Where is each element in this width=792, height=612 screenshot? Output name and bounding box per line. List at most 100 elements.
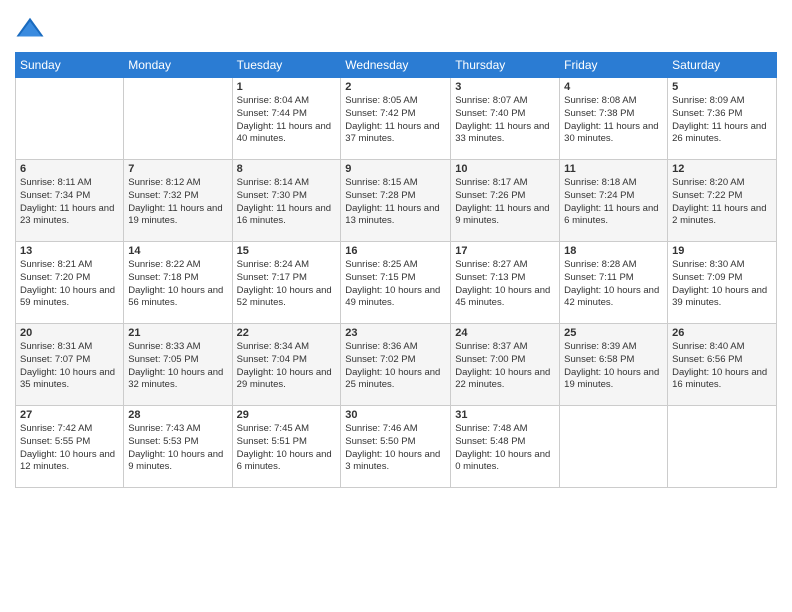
day-number: 25 [564,327,663,339]
calendar-day-cell: 7 Sunrise: 8:12 AM Sunset: 7:32 PM Daylig… [124,160,232,242]
day-info: Sunrise: 8:25 AM Sunset: 7:15 PM Dayligh… [345,259,446,310]
day-info: Sunrise: 8:40 AM Sunset: 6:56 PM Dayligh… [672,341,772,392]
day-number: 14 [128,245,227,257]
calendar-day-cell: 22Sunrise: 8:34 AM Sunset: 7:04 PM Dayli… [232,324,341,406]
calendar-day-cell [124,78,232,160]
day-info: Sunrise: 7:46 AM Sunset: 5:50 PM Dayligh… [345,423,446,474]
page: SundayMondayTuesdayWednesdayThursdayFrid… [0,0,792,612]
day-info: Sunrise: 8:34 AM Sunset: 7:04 PM Dayligh… [237,341,337,392]
day-number: 10 [455,163,555,175]
calendar-day-cell: 14Sunrise: 8:22 AM Sunset: 7:18 PM Dayli… [124,242,232,324]
day-number: 28 [128,409,227,421]
day-info: Sunrise: 8:17 AM Sunset: 7:26 PM Dayligh… [455,177,555,228]
calendar-day-cell: 18 Sunrise: 8:28 AM Sunset: 7:11 PM Dayli… [560,242,668,324]
day-info: Sunrise: 8:39 AM Sunset: 6:58 PM Dayligh… [564,341,663,392]
day-number: 24 [455,327,555,339]
calendar-day-cell: 4 Sunrise: 8:08 AM Sunset: 7:38 PM Daylig… [560,78,668,160]
weekday-header: Wednesday [341,53,451,78]
day-number: 3 [455,81,555,93]
calendar-day-cell: 30 Sunrise: 7:46 AM Sunset: 5:50 PM Dayli… [341,406,451,488]
calendar-week-row: 1 Sunrise: 8:04 AM Sunset: 7:44 PM Daylig… [16,78,777,160]
calendar-day-cell: 26 Sunrise: 8:40 AM Sunset: 6:56 PM Dayli… [668,324,777,406]
day-number: 16 [345,245,446,257]
day-info: Sunrise: 8:20 AM Sunset: 7:22 PM Dayligh… [672,177,772,228]
calendar-week-row: 20 Sunrise: 8:31 AM Sunset: 7:07 PM Dayli… [16,324,777,406]
day-info: Sunrise: 8:24 AM Sunset: 7:17 PM Dayligh… [237,259,337,310]
day-number: 12 [672,163,772,175]
calendar-day-cell: 25 Sunrise: 8:39 AM Sunset: 6:58 PM Dayli… [560,324,668,406]
day-number: 30 [345,409,446,421]
calendar-day-cell: 29 Sunrise: 7:45 AM Sunset: 5:51 PM Dayli… [232,406,341,488]
day-number: 17 [455,245,555,257]
weekday-header: Friday [560,53,668,78]
day-number: 6 [20,163,119,175]
day-number: 4 [564,81,663,93]
day-info: Sunrise: 7:42 AM Sunset: 5:55 PM Dayligh… [20,423,119,474]
day-number: 8 [237,163,337,175]
day-info: Sunrise: 8:36 AM Sunset: 7:02 PM Dayligh… [345,341,446,392]
day-number: 26 [672,327,772,339]
weekday-header-row: SundayMondayTuesdayWednesdayThursdayFrid… [16,53,777,78]
calendar-day-cell: 10 Sunrise: 8:17 AM Sunset: 7:26 PM Dayli… [451,160,560,242]
calendar-week-row: 13 Sunrise: 8:21 AM Sunset: 7:20 PM Dayli… [16,242,777,324]
calendar-day-cell: 23Sunrise: 8:36 AM Sunset: 7:02 PM Dayli… [341,324,451,406]
day-number: 18 [564,245,663,257]
weekday-header: Thursday [451,53,560,78]
day-info: Sunrise: 8:28 AM Sunset: 7:11 PM Dayligh… [564,259,663,310]
calendar-week-row: 6Sunrise: 8:11 AM Sunset: 7:34 PM Daylig… [16,160,777,242]
day-number: 7 [128,163,227,175]
day-number: 13 [20,245,119,257]
calendar-week-row: 27 Sunrise: 7:42 AM Sunset: 5:55 PM Dayli… [16,406,777,488]
day-number: 27 [20,409,119,421]
calendar-day-cell: 24Sunrise: 8:37 AM Sunset: 7:00 PM Dayli… [451,324,560,406]
calendar-day-cell: 20 Sunrise: 8:31 AM Sunset: 7:07 PM Dayli… [16,324,124,406]
calendar-day-cell: 1 Sunrise: 8:04 AM Sunset: 7:44 PM Daylig… [232,78,341,160]
calendar-day-cell [668,406,777,488]
day-info: Sunrise: 8:09 AM Sunset: 7:36 PM Dayligh… [672,95,772,146]
header [15,10,777,44]
day-info: Sunrise: 8:12 AM Sunset: 7:32 PM Dayligh… [128,177,227,228]
day-info: Sunrise: 8:08 AM Sunset: 7:38 PM Dayligh… [564,95,663,146]
day-number: 31 [455,409,555,421]
day-info: Sunrise: 8:31 AM Sunset: 7:07 PM Dayligh… [20,341,119,392]
calendar-day-cell: 15 Sunrise: 8:24 AM Sunset: 7:17 PM Dayli… [232,242,341,324]
calendar-day-cell: 6Sunrise: 8:11 AM Sunset: 7:34 PM Daylig… [16,160,124,242]
day-number: 2 [345,81,446,93]
day-info: Sunrise: 7:43 AM Sunset: 5:53 PM Dayligh… [128,423,227,474]
calendar-day-cell: 28 Sunrise: 7:43 AM Sunset: 5:53 PM Dayli… [124,406,232,488]
day-info: Sunrise: 7:45 AM Sunset: 5:51 PM Dayligh… [237,423,337,474]
day-info: Sunrise: 8:18 AM Sunset: 7:24 PM Dayligh… [564,177,663,228]
calendar-day-cell: 5Sunrise: 8:09 AM Sunset: 7:36 PM Daylig… [668,78,777,160]
day-info: Sunrise: 8:21 AM Sunset: 7:20 PM Dayligh… [20,259,119,310]
calendar-day-cell: 27 Sunrise: 7:42 AM Sunset: 5:55 PM Dayli… [16,406,124,488]
day-info: Sunrise: 8:14 AM Sunset: 7:30 PM Dayligh… [237,177,337,228]
day-number: 19 [672,245,772,257]
calendar-day-cell: 2Sunrise: 8:05 AM Sunset: 7:42 PM Daylig… [341,78,451,160]
day-number: 29 [237,409,337,421]
weekday-header: Saturday [668,53,777,78]
weekday-header: Sunday [16,53,124,78]
calendar-day-cell [16,78,124,160]
weekday-header: Monday [124,53,232,78]
day-info: Sunrise: 8:30 AM Sunset: 7:09 PM Dayligh… [672,259,772,310]
calendar-day-cell: 19 Sunrise: 8:30 AM Sunset: 7:09 PM Dayli… [668,242,777,324]
day-number: 15 [237,245,337,257]
day-number: 9 [345,163,446,175]
logo [15,14,49,44]
weekday-header: Tuesday [232,53,341,78]
day-number: 1 [237,81,337,93]
calendar-day-cell: 3 Sunrise: 8:07 AM Sunset: 7:40 PM Daylig… [451,78,560,160]
calendar-day-cell: 13 Sunrise: 8:21 AM Sunset: 7:20 PM Dayli… [16,242,124,324]
calendar: SundayMondayTuesdayWednesdayThursdayFrid… [15,52,777,488]
calendar-day-cell: 9 Sunrise: 8:15 AM Sunset: 7:28 PM Daylig… [341,160,451,242]
day-info: Sunrise: 8:15 AM Sunset: 7:28 PM Dayligh… [345,177,446,228]
day-info: Sunrise: 8:04 AM Sunset: 7:44 PM Dayligh… [237,95,337,146]
calendar-day-cell: 16 Sunrise: 8:25 AM Sunset: 7:15 PM Dayli… [341,242,451,324]
day-info: Sunrise: 7:48 AM Sunset: 5:48 PM Dayligh… [455,423,555,474]
day-number: 20 [20,327,119,339]
day-info: Sunrise: 8:27 AM Sunset: 7:13 PM Dayligh… [455,259,555,310]
calendar-day-cell [560,406,668,488]
day-info: Sunrise: 8:07 AM Sunset: 7:40 PM Dayligh… [455,95,555,146]
logo-icon [15,14,45,44]
calendar-day-cell: 17 Sunrise: 8:27 AM Sunset: 7:13 PM Dayli… [451,242,560,324]
